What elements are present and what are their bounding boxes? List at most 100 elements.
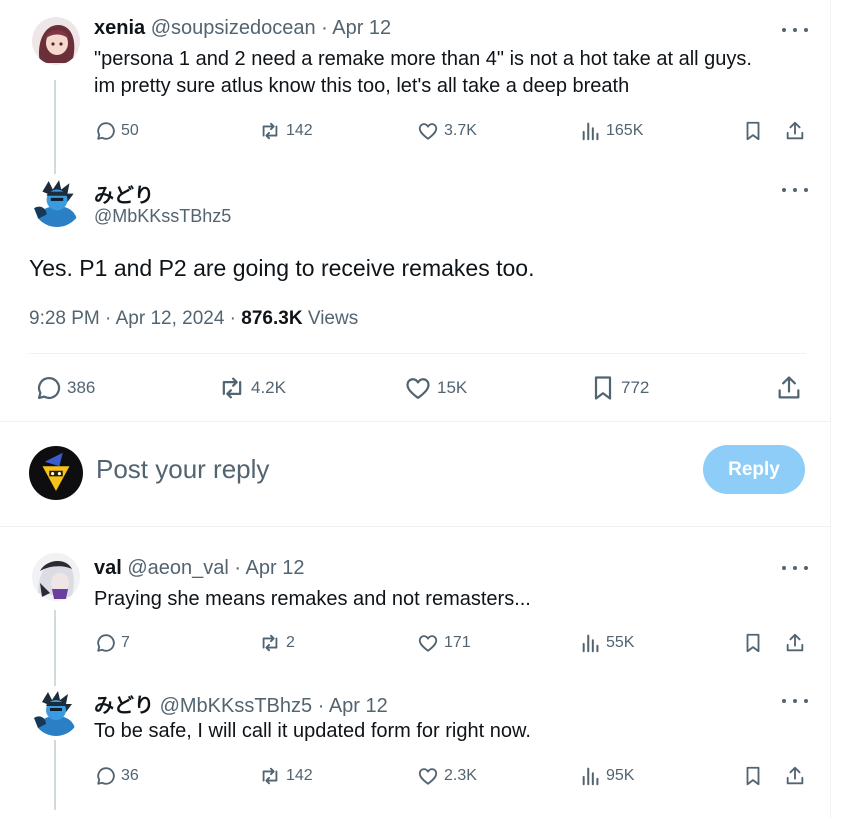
reply-action[interactable]: 36 — [95, 765, 139, 787]
bookmark-action[interactable] — [742, 632, 764, 654]
timeline-border — [830, 0, 831, 818]
bookmark-icon — [746, 121, 760, 141]
bookmark-action[interactable]: 772 — [589, 374, 649, 402]
repost-icon — [222, 377, 242, 399]
views-count: 55K — [606, 634, 635, 651]
user-handle[interactable]: @soupsizedocean — [151, 17, 316, 39]
repost-count: 2 — [286, 634, 295, 651]
divider — [0, 421, 830, 422]
user-handle[interactable]: @MbKKssTBhz5 — [160, 695, 313, 717]
views-count: 876.3K — [241, 308, 303, 329]
avatar[interactable] — [32, 177, 82, 227]
tweet-text-line: im pretty sure atlus know this too, let'… — [94, 75, 630, 97]
like-action[interactable]: 3.7K — [416, 120, 477, 142]
bookmark-action[interactable] — [742, 120, 764, 142]
tweet-header: みどり @MbKKssTBhz5 · Apr 12 — [94, 689, 388, 718]
like-action[interactable]: 15K — [403, 374, 467, 402]
repost-count: 142 — [286, 122, 313, 139]
views-icon — [582, 767, 599, 786]
repost-count: 142 — [286, 767, 313, 784]
views-count: 95K — [606, 767, 635, 784]
repost-count: 4.2K — [251, 378, 286, 397]
repost-action[interactable]: 142 — [258, 120, 313, 142]
heart-icon — [418, 768, 438, 785]
reply-count: 7 — [121, 634, 130, 651]
reply-count: 50 — [121, 122, 139, 139]
repost-icon — [262, 767, 278, 785]
bookmark-icon — [594, 376, 612, 400]
views-action[interactable]: 55K — [580, 632, 634, 654]
like-count: 171 — [444, 634, 471, 651]
views-label: Views — [307, 308, 359, 329]
bookmark-icon — [746, 766, 760, 786]
reply-button[interactable]: Reply — [703, 445, 805, 494]
more-options-icon[interactable] — [782, 561, 808, 575]
display-name[interactable]: val — [94, 557, 122, 579]
bookmark-action[interactable] — [742, 765, 764, 787]
share-action[interactable] — [784, 632, 806, 654]
display-name[interactable]: みどり — [94, 695, 154, 717]
tweet-text: "persona 1 and 2 need a remake more than… — [94, 46, 752, 100]
thread-connector — [54, 610, 56, 686]
reply-count: 386 — [67, 378, 96, 397]
reply-count: 36 — [121, 767, 139, 784]
repost-icon — [262, 634, 278, 652]
heart-icon — [418, 635, 438, 652]
tweet-text: To be safe, I will call it updated form … — [94, 720, 531, 742]
like-action[interactable]: 171 — [416, 632, 471, 654]
tweet-header: val @aeon_val · Apr 12 — [94, 557, 304, 580]
views-icon — [582, 634, 599, 653]
avatar[interactable] — [32, 17, 80, 65]
reply-action[interactable]: 386 — [35, 374, 95, 402]
thread-connector — [54, 80, 56, 174]
reply-icon — [37, 376, 61, 400]
user-handle[interactable]: @aeon_val — [127, 557, 228, 579]
more-options-icon[interactable] — [782, 183, 808, 197]
post-date[interactable]: · Apr 12 — [234, 557, 304, 579]
heart-icon — [406, 378, 430, 400]
current-user-avatar[interactable] — [29, 446, 83, 500]
tweet-text: Yes. P1 and P2 are going to receive rema… — [29, 255, 535, 281]
tweet-text-line: "persona 1 and 2 need a remake more than… — [94, 48, 752, 70]
views-action[interactable]: 95K — [580, 765, 634, 787]
divider — [29, 353, 806, 354]
share-icon — [778, 376, 800, 399]
avatar[interactable] — [32, 688, 80, 736]
post-timestamp: 9:28 PM · Apr 12, 2024 · 876.3K Views — [29, 308, 358, 330]
more-options-icon[interactable] — [782, 694, 808, 708]
divider — [0, 526, 830, 527]
reply-icon — [97, 122, 115, 140]
tweet-text: Praying she means remakes and not remast… — [94, 588, 531, 610]
views-count: 165K — [606, 122, 644, 139]
reply-icon — [97, 767, 115, 785]
avatar[interactable] — [32, 553, 80, 601]
display-name[interactable]: xenia — [94, 17, 145, 39]
post-date[interactable]: · Apr 12 — [318, 695, 388, 717]
heart-icon — [418, 123, 438, 140]
repost-action[interactable]: 4.2K — [217, 374, 286, 402]
display-name[interactable]: みどり — [94, 179, 154, 208]
share-action[interactable] — [775, 374, 803, 402]
share-action[interactable] — [784, 120, 806, 142]
views-icon — [582, 122, 599, 141]
reply-action[interactable]: 7 — [95, 632, 130, 654]
bookmark-icon — [746, 633, 760, 653]
reply-action[interactable]: 50 — [95, 120, 139, 142]
reply-input[interactable]: Post your reply — [96, 454, 269, 485]
timestamp-text[interactable]: 9:28 PM · Apr 12, 2024 · — [29, 308, 236, 329]
like-count: 15K — [437, 378, 468, 397]
more-options-icon[interactable] — [782, 23, 808, 37]
share-icon — [786, 633, 804, 652]
like-action[interactable]: 2.3K — [416, 765, 477, 787]
repost-action[interactable]: 2 — [258, 632, 295, 654]
views-action[interactable]: 165K — [580, 120, 643, 142]
bookmark-count: 772 — [621, 378, 650, 397]
thread-connector — [54, 740, 56, 810]
share-icon — [786, 766, 804, 785]
repost-icon — [262, 122, 278, 140]
repost-action[interactable]: 142 — [258, 765, 313, 787]
share-action[interactable] — [784, 765, 806, 787]
user-handle[interactable]: @MbKKssTBhz5 — [94, 206, 231, 227]
post-date[interactable]: · Apr 12 — [321, 17, 391, 39]
reply-icon — [97, 634, 115, 652]
